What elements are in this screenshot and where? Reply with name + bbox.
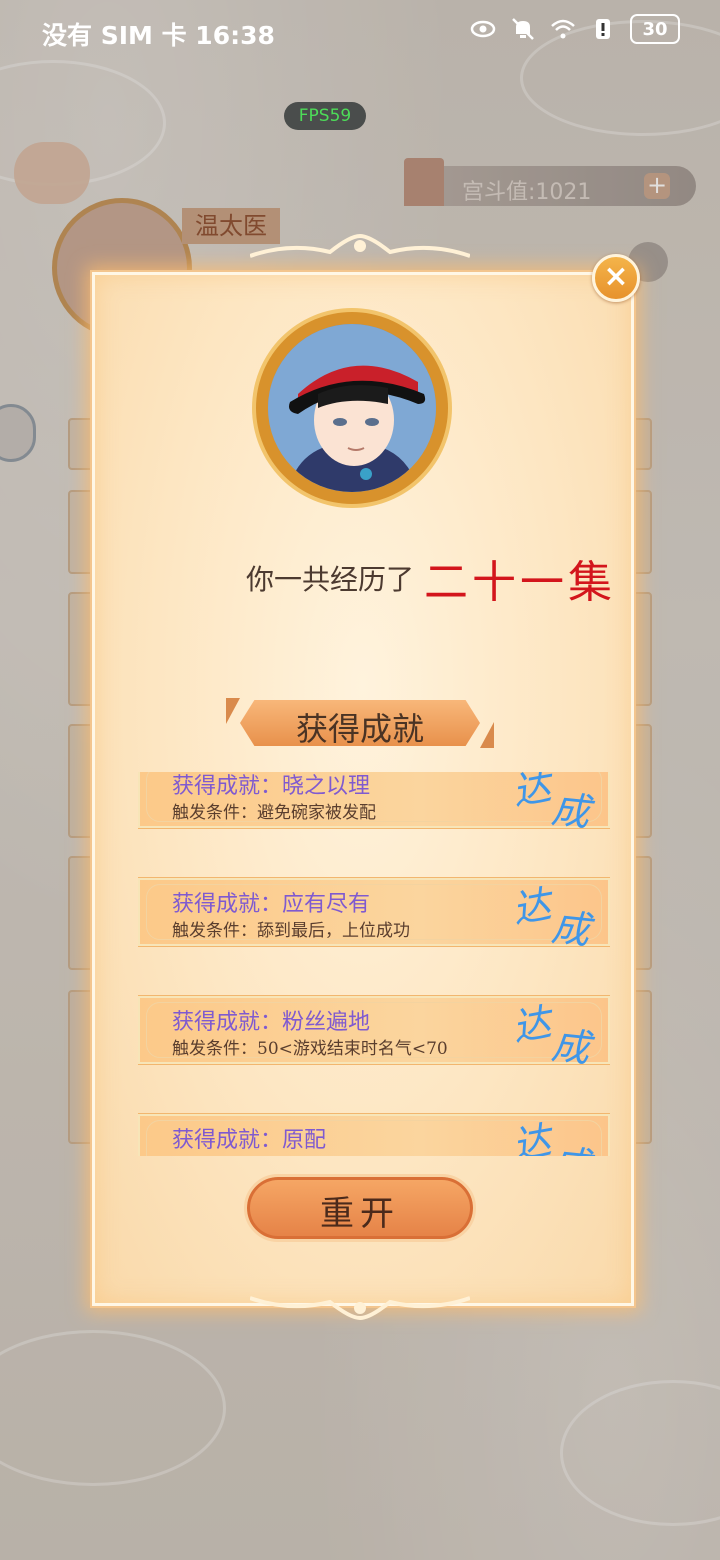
- achievement-item: 获得成就：粉丝遍地 触发条件：50<游戏结束时名气<70 达成: [138, 996, 610, 1071]
- achievement-condition: 触发条件：避免碗家被发配: [172, 803, 376, 823]
- eye-icon: [470, 20, 496, 38]
- achievement-condition: 触发条件：舔到最后，上位成功: [172, 921, 410, 941]
- episode-count: 二十一集: [424, 557, 616, 608]
- ribbon-corner: [480, 722, 494, 748]
- episode-prefix: 你一共经历了: [246, 563, 415, 596]
- achievements-title: 获得成就: [295, 710, 424, 748]
- achievements-list[interactable]: 获得成就：晓之以理 触发条件：避免碗家被发配 达成 获得成就：应有尽有 触发条件…: [138, 772, 610, 1156]
- doctor-avatar-icon: [268, 324, 436, 492]
- achievement-item: 获得成就：原配 达成: [138, 1114, 610, 1156]
- alert-icon: [596, 19, 610, 39]
- achievement-item: 获得成就：晓之以理 触发条件：避免碗家被发配 达成: [138, 772, 610, 835]
- achievement-name: 获得成就：应有尽有: [172, 892, 371, 917]
- wifi-icon: [551, 19, 575, 39]
- achievement-name: 获得成就：粉丝遍地: [172, 1010, 371, 1035]
- achievements-header: 获得成就: [226, 698, 494, 748]
- episode-summary: 你一共经历了 二十一集: [0, 548, 720, 608]
- achieved-stamp-icon: 达成: [509, 999, 592, 1071]
- restart-button[interactable]: 重开: [244, 1174, 476, 1242]
- ornament-top-icon: [250, 234, 470, 258]
- battery-icon: 30: [630, 14, 680, 44]
- fps-badge: FPS59: [284, 102, 366, 130]
- status-bar: 没有 SIM 卡 16:38 30: [0, 0, 720, 64]
- achieved-stamp-icon: 达成: [509, 772, 592, 835]
- achievement-item: 获得成就：应有尽有 触发条件：舔到最后，上位成功 达成: [138, 878, 610, 953]
- achievement-name: 获得成就：原配: [172, 1128, 327, 1153]
- mute-bell-icon: [512, 18, 534, 40]
- ornament-bottom-icon: [250, 1296, 470, 1320]
- achievement-condition: 触发条件：50<游戏结束时名气<70: [172, 1039, 448, 1059]
- carrier-time: 没有 SIM 卡 16:38: [42, 21, 275, 50]
- achieved-stamp-icon: 达成: [509, 881, 592, 953]
- achievement-name: 获得成就：晓之以理: [172, 774, 371, 799]
- achieved-stamp-icon: 达成: [509, 1117, 592, 1156]
- doctor-portrait: [256, 312, 448, 504]
- restart-label: 重开: [320, 1194, 400, 1234]
- close-button[interactable]: ×: [592, 254, 640, 302]
